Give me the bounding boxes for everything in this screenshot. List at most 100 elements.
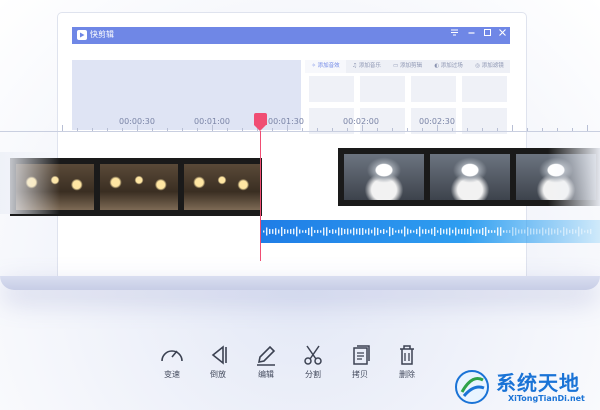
waveform-bar [266, 227, 268, 236]
waveform-bar [320, 230, 322, 233]
waveform-bar [377, 227, 379, 236]
ruler-tick [497, 128, 498, 131]
waveform-bar [326, 227, 328, 236]
clip-icon: ▭ [393, 63, 400, 69]
reverse-label: 倒放 [210, 370, 226, 379]
waveform-bar [350, 229, 352, 234]
waveform-bar [272, 229, 274, 234]
waveform-bar [515, 227, 517, 236]
waveform-bar [323, 227, 325, 236]
waveform-bar [524, 229, 526, 234]
ruler-tick [302, 128, 303, 131]
waveform-bar [566, 228, 568, 235]
ruler-tick [182, 128, 183, 131]
delete-button[interactable]: 删除 [385, 343, 429, 380]
audio-waveform [263, 226, 592, 237]
ruler-tick [287, 125, 288, 131]
waveform-bar [548, 227, 550, 236]
reverse-button[interactable]: 倒放 [196, 343, 240, 380]
waveform-bar [539, 229, 541, 234]
ruler-tick [482, 128, 483, 131]
waveform-bar [590, 228, 592, 235]
waveform-bar [422, 229, 424, 234]
waveform-bar [521, 229, 523, 234]
waveform-bar [509, 230, 511, 233]
waveform-bar [473, 229, 475, 234]
waveform-bar [419, 226, 421, 237]
edit-button[interactable]: 编辑 [244, 343, 288, 380]
waveform-bar [362, 228, 364, 235]
library-item[interactable] [411, 76, 456, 102]
tab-add-transition[interactable]: ◐ 添加过场 [428, 60, 469, 73]
menu-icon[interactable] [448, 28, 460, 42]
waveform-bar [578, 226, 580, 237]
ruler-baseline [0, 131, 600, 132]
reverse-play-icon [211, 345, 227, 365]
waveform-bar [437, 230, 439, 233]
waveform-bar [383, 228, 385, 235]
waveform-bar [404, 226, 406, 237]
waveform-bar [542, 227, 544, 236]
waveform-bar [491, 230, 493, 233]
ruler-tick [92, 128, 93, 131]
waveform-bar [356, 228, 358, 235]
close-icon[interactable] [496, 28, 508, 42]
app-titlebar [72, 27, 510, 44]
waveform-bar [575, 229, 577, 234]
waveform-bar [335, 229, 337, 234]
ruler-tick [77, 128, 78, 131]
ruler-tick [272, 128, 273, 131]
ruler-tick [107, 128, 108, 131]
waveform-bar [401, 229, 403, 234]
ruler-tick [332, 128, 333, 131]
library-item[interactable] [309, 76, 354, 102]
waveform-bar [530, 228, 532, 235]
playhead-pointer [254, 125, 266, 131]
audio-track[interactable] [261, 220, 600, 243]
waveform-bar [287, 229, 289, 234]
tab-add-filter[interactable]: ◎ 添加滤镜 [469, 60, 510, 73]
time-label: 00:02:00 [343, 117, 379, 126]
tab-add-music[interactable]: ♫ 添加音乐 [346, 60, 387, 73]
ruler-tick [212, 125, 213, 131]
waveform-bar [380, 229, 382, 234]
ruler-tick [197, 128, 198, 131]
waveform-bar [374, 227, 376, 236]
maximize-icon[interactable] [481, 28, 493, 42]
split-label: 分割 [305, 370, 321, 379]
waveform-bar [290, 229, 292, 234]
app-logo-icon [77, 30, 87, 40]
copy-button[interactable]: 拷贝 [338, 343, 382, 380]
waveform-bar [278, 229, 280, 234]
laptop-base [0, 276, 600, 290]
playhead-handle[interactable] [254, 113, 267, 125]
speed-button[interactable]: 变速 [150, 343, 194, 380]
waveform-bar [452, 229, 454, 234]
waveform-bar [500, 227, 502, 236]
waveform-bar [449, 227, 451, 236]
waveform-bar [554, 229, 556, 234]
library-item[interactable] [462, 76, 507, 102]
waveform-bar [536, 228, 538, 235]
tab-add-effect[interactable]: ✧ 添加音效 [305, 60, 346, 73]
tab-add-clip[interactable]: ▭ 添加剪辑 [387, 60, 428, 73]
scissors-icon [304, 345, 322, 365]
ruler-tick [347, 128, 348, 131]
waveform-bar [440, 228, 442, 235]
waveform-bar [584, 230, 586, 233]
waveform-bar [479, 229, 481, 234]
library-item[interactable] [360, 76, 405, 102]
waveform-bar [494, 230, 496, 233]
app-title: 快剪辑 [90, 30, 114, 39]
waveform-bar [587, 229, 589, 234]
waveform-bar [527, 227, 529, 236]
waveform-bar [341, 227, 343, 236]
waveform-bar [275, 228, 277, 235]
waveform-bar [329, 230, 331, 233]
minimize-icon[interactable] [465, 28, 477, 42]
waveform-bar [464, 228, 466, 235]
waveform-bar [263, 230, 265, 233]
waveform-bar [302, 230, 304, 233]
waveform-bar [482, 227, 484, 236]
split-button[interactable]: 分割 [291, 343, 335, 380]
